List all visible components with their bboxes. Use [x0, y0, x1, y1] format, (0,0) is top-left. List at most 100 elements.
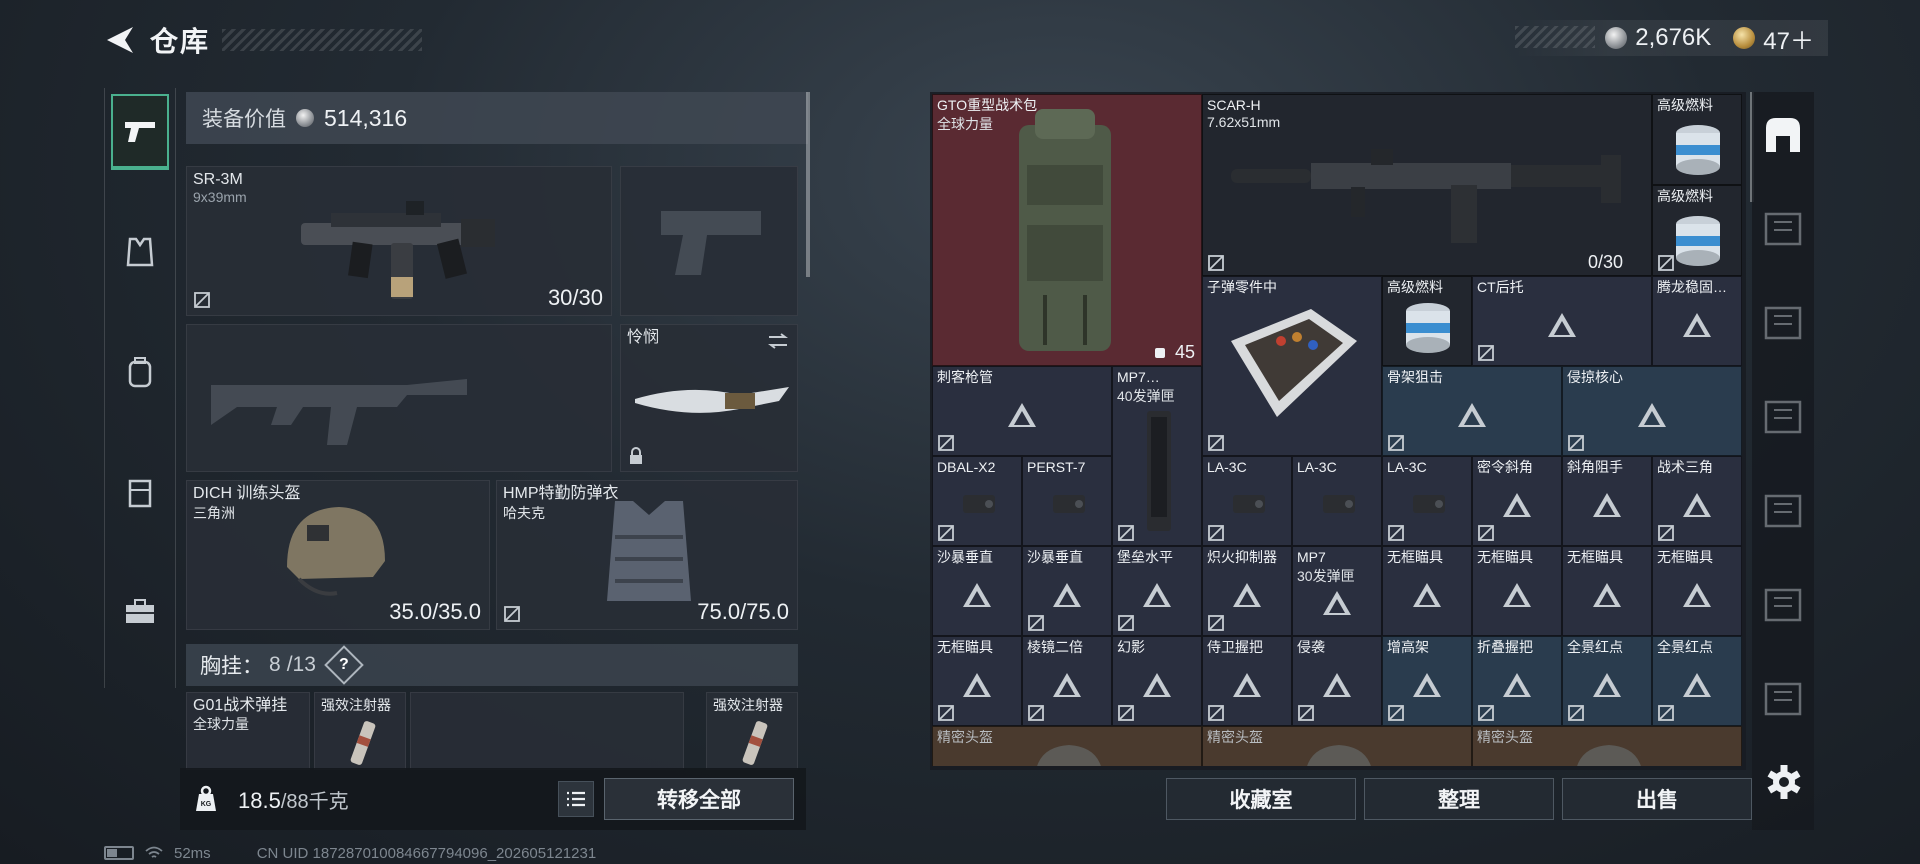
item-placeholder-icon: [1143, 582, 1171, 607]
stash-item-barrel[interactable]: 刺客枪管: [932, 366, 1112, 456]
stash-item-horizontal-grip[interactable]: 堡垒水平: [1112, 546, 1202, 636]
primary-weapon-slot[interactable]: SR-3M 9x39mm 30/30: [186, 166, 612, 316]
stash-item-backpack[interactable]: GTO重型战术包 全球力量 45: [932, 94, 1202, 366]
stash-item-sight[interactable]: 无框瞄具: [932, 636, 1022, 726]
melee-slot[interactable]: 怜悯: [620, 324, 798, 472]
stash-item-precision-helmet[interactable]: 精密头盔: [932, 726, 1202, 766]
stash-item-fuel[interactable]: 高级燃料: [1652, 185, 1742, 276]
loadout-category-rail: [104, 88, 176, 688]
back-arrow-icon[interactable]: [100, 20, 140, 60]
gold-amount[interactable]: 47＋: [1763, 21, 1814, 56]
item-sub: 40发弹匣: [1117, 388, 1175, 404]
stash-item-ct-stock[interactable]: CT后托: [1472, 276, 1652, 366]
stash-item-vertical-grip[interactable]: 沙暴垂直: [932, 546, 1022, 636]
item-sub: 全球力量: [937, 116, 993, 132]
rail-container-tab[interactable]: [111, 454, 169, 530]
rail-weapons-tab[interactable]: [111, 94, 169, 170]
item-name: 棱镜二倍: [1027, 639, 1083, 655]
sidearm-slot[interactable]: [620, 166, 798, 316]
silver-coin-icon: [1605, 27, 1628, 49]
sell-button[interactable]: 出售: [1562, 778, 1752, 820]
stash-item-perst[interactable]: PERST-7: [1022, 456, 1112, 546]
stash-item-vertical-grip[interactable]: 沙暴垂直: [1022, 546, 1112, 636]
stash-item-red-dot[interactable]: 全景红点: [1562, 636, 1652, 726]
stash-tab-7[interactable]: [1757, 576, 1809, 632]
rig-item-injector[interactable]: 强效注射器: [314, 692, 406, 770]
stash-item-guard-grip[interactable]: 侍卫握把: [1202, 636, 1292, 726]
laser-module-icon: [1053, 495, 1085, 513]
stash-tab-3[interactable]: [1757, 200, 1809, 256]
stash-item-sight[interactable]: 无框瞄具: [1652, 546, 1742, 636]
stash-item-prism-sight[interactable]: 棱镜二倍: [1022, 636, 1112, 726]
insured-mark-icon: [1478, 345, 1494, 361]
stash-item-dbal[interactable]: DBAL-X2: [932, 456, 1022, 546]
item-name: SCAR-H: [1207, 97, 1261, 113]
stash-item-folding-grip[interactable]: 折叠握把: [1472, 636, 1562, 726]
laser-module-icon: [1413, 495, 1445, 513]
stash-item-sight[interactable]: 无框瞄具: [1562, 546, 1652, 636]
stash-item-angle-grip[interactable]: 密令斜角: [1472, 456, 1562, 546]
item-name: 侵袭: [1297, 639, 1325, 655]
stash-item-sight[interactable]: 无框瞄具: [1382, 546, 1472, 636]
stash-item-sight[interactable]: 无框瞄具: [1472, 546, 1562, 636]
helmet-slot[interactable]: DICH 训练头盔 三角洲 35.0/35.0: [186, 480, 490, 630]
help-icon[interactable]: ?: [324, 645, 364, 685]
item-placeholder-icon: [963, 582, 991, 607]
stash-item-fuel[interactable]: 高级燃料: [1652, 94, 1742, 185]
armor-slot[interactable]: HMP特勤防弹衣 哈夫克 75.0/75.0: [496, 480, 798, 630]
stash-tab-4[interactable]: [1757, 294, 1809, 350]
stash-item-fuel[interactable]: 高级燃料: [1382, 276, 1472, 366]
rail-backpack-tab[interactable]: [111, 334, 169, 410]
rail-armor-tab[interactable]: [111, 214, 169, 290]
stash-item-suppressor[interactable]: 炽火抑制器: [1202, 546, 1292, 636]
item-placeholder-icon: [1638, 402, 1666, 427]
chest-rig-total: /13: [286, 653, 316, 676]
swap-icon[interactable]: [767, 333, 789, 349]
rail-toolbox-tab[interactable]: [111, 574, 169, 650]
stash-item-la3c[interactable]: LA-3C: [1292, 456, 1382, 546]
sort-button[interactable]: 整理: [1364, 778, 1554, 820]
item-name: 无框瞄具: [1387, 549, 1443, 565]
stash-item-tactical-triangle[interactable]: 战术三角: [1652, 456, 1742, 546]
insured-mark-icon: [938, 705, 954, 721]
stash-all-tab[interactable]: [1757, 106, 1809, 162]
stash-item-mp7-mag-30[interactable]: MP7 30发弹匣: [1292, 546, 1382, 636]
item-placeholder-icon: [1008, 402, 1036, 427]
stash-item-phantom[interactable]: 幻影: [1112, 636, 1202, 726]
stash-item-precision-helmet[interactable]: 精密头盔: [1202, 726, 1472, 766]
stash-item-parts-box[interactable]: 子弹零件中: [1202, 276, 1382, 456]
stash-item-la3c[interactable]: LA-3C: [1382, 456, 1472, 546]
stash-item-skeleton-sniper[interactable]: 骨架狙击: [1382, 366, 1562, 456]
rig-item-injector[interactable]: 强效注射器: [706, 692, 798, 770]
stash-item-scar-h[interactable]: SCAR-H 7.62x51mm 0/30: [1202, 94, 1652, 276]
stash-item-precision-helmet[interactable]: 精密头盔: [1472, 726, 1742, 766]
case-icon: [128, 479, 152, 508]
stash-item-raid[interactable]: 侵袭: [1292, 636, 1382, 726]
stash-item-red-dot[interactable]: 全景红点: [1652, 636, 1742, 726]
transfer-all-button[interactable]: 转移全部: [604, 778, 794, 820]
stash-item-angle-stop[interactable]: 斜角阻手: [1562, 456, 1652, 546]
laser-module-icon: [1233, 495, 1265, 513]
stash-tab-5[interactable]: [1757, 388, 1809, 444]
list-icon: [567, 791, 585, 807]
stash-tab-8[interactable]: [1757, 670, 1809, 726]
stash-item-riser[interactable]: 增高架: [1382, 636, 1472, 726]
list-view-button[interactable]: [558, 781, 594, 817]
stash-item-la3c[interactable]: LA-3C: [1202, 456, 1292, 546]
stash-item-invasion-core[interactable]: 侵掠核心: [1562, 366, 1742, 456]
scar-h-rifle-icon: [1231, 149, 1621, 243]
rig-empty-slots[interactable]: [410, 692, 684, 770]
stash-item-mp7-mag-40[interactable]: MP7… 40发弹匣: [1112, 366, 1202, 546]
melee-name: 怜悯: [627, 329, 660, 346]
collection-room-button[interactable]: 收藏室: [1166, 778, 1356, 820]
stash-item-tenglong[interactable]: 腾龙稳固…: [1652, 276, 1742, 366]
pistol-placeholder-icon: [661, 211, 761, 275]
item-name: 全景红点: [1567, 639, 1623, 655]
settings-gear-icon[interactable]: [1766, 764, 1802, 800]
loadout-scrollbar[interactable]: [806, 92, 810, 277]
rig-item-g01[interactable]: G01战术弹挂 全球力量: [186, 692, 310, 770]
item-placeholder-icon: [963, 672, 991, 697]
stash-tab-6[interactable]: [1757, 482, 1809, 538]
vest-icon: [126, 237, 154, 267]
secondary-weapon-slot[interactable]: [186, 324, 612, 472]
